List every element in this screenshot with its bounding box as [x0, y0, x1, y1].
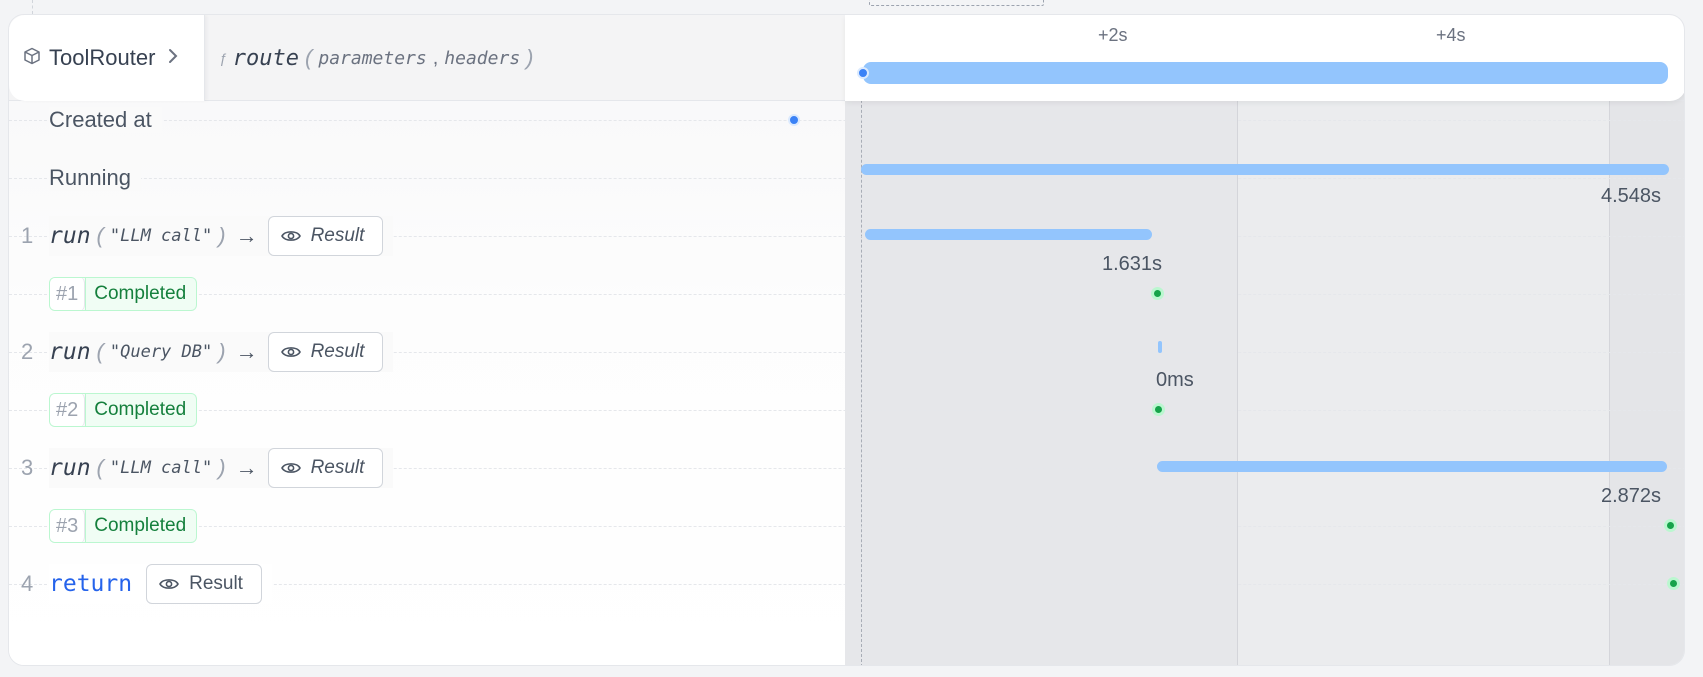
- start-dot: [857, 67, 869, 79]
- eye-icon: [280, 463, 301, 473]
- cursor-time-chip: [869, 0, 1044, 6]
- eye-icon: [280, 347, 301, 357]
- arrow-right-icon: →: [235, 455, 258, 480]
- row-step-3: 3 run ( "LLM call" ) → Result 2.872s: [9, 439, 1684, 507]
- complete-dot: [1152, 403, 1165, 416]
- return-keyword: return: [49, 571, 133, 597]
- breadcrumb-name: ToolRouter: [49, 45, 156, 70]
- call-expression: run ( "LLM call" ) → Result: [49, 448, 394, 488]
- header-left: ToolRouter ƒ route ( parameters , header…: [9, 15, 845, 101]
- call-arg: "Query DB": [109, 342, 213, 362]
- step-number: 3: [21, 455, 34, 480]
- call-expression: run ( "Query DB" ) → Result: [49, 332, 394, 372]
- created-dot: [788, 114, 800, 126]
- row-running: Running 4.548s: [9, 149, 1684, 207]
- result-button[interactable]: Result: [267, 332, 384, 372]
- call-arg: "LLM call": [109, 226, 213, 246]
- call-keyword: run: [49, 455, 91, 481]
- complete-dot: [1667, 577, 1680, 590]
- status-index: #3: [50, 510, 86, 542]
- result-button[interactable]: Result: [267, 448, 384, 488]
- row-step-2: 2 run ( "Query DB" ) → Result 0ms: [9, 323, 1684, 391]
- arrow-right-icon: →: [235, 223, 258, 248]
- function-icon: ƒ: [219, 50, 227, 66]
- function-signature: ƒ route ( parameters , headers ): [219, 45, 534, 71]
- step-number: 1: [21, 223, 34, 248]
- step-number: 4: [21, 571, 34, 596]
- row-step-4: 4 return Result: [9, 555, 1684, 613]
- call-expression: run ( "LLM call" ) → Result: [49, 216, 394, 256]
- step-number: 2: [21, 339, 34, 364]
- param: parameters: [318, 47, 427, 69]
- call-arg: "LLM call": [109, 458, 213, 478]
- tick-label-4s: +4s: [1436, 25, 1466, 45]
- step-3-bar[interactable]: [1157, 461, 1667, 472]
- chevron-right-icon: [167, 45, 179, 71]
- tick-label-2s: +2s: [1098, 25, 1128, 45]
- result-button[interactable]: Result: [146, 564, 262, 604]
- created-label: Created at: [49, 107, 162, 133]
- function-name: route: [232, 45, 300, 71]
- result-button[interactable]: Result: [267, 216, 384, 256]
- total-span-bar[interactable]: [863, 62, 1668, 84]
- eye-icon: [280, 231, 301, 241]
- status-badge: Completed: [85, 278, 198, 310]
- running-label: Running: [49, 165, 141, 191]
- left-guide-line: [32, 0, 33, 14]
- cube-icon: [23, 47, 41, 70]
- step-2-bar[interactable]: [1158, 341, 1162, 353]
- eye-icon: [159, 579, 180, 589]
- call-expression: return Result: [49, 564, 272, 604]
- call-keyword: run: [49, 223, 91, 249]
- running-bar[interactable]: [861, 164, 1669, 175]
- status-index: #1: [50, 278, 86, 310]
- call-keyword: run: [49, 339, 91, 365]
- status-index: #2: [50, 394, 86, 426]
- trace-card: ToolRouter ƒ route ( parameters , header…: [8, 14, 1685, 666]
- status-badge: Completed: [85, 510, 198, 542]
- breadcrumb[interactable]: ToolRouter: [9, 15, 205, 101]
- row-created: Created at: [9, 91, 1684, 149]
- param: headers: [444, 47, 521, 69]
- timeline-header: +2s +4s: [845, 15, 1684, 101]
- arrow-right-icon: →: [235, 339, 258, 364]
- complete-dot: [1151, 287, 1164, 300]
- row-status-3: #3 Completed: [9, 497, 1684, 555]
- running-duration: 4.548s: [1601, 185, 1662, 207]
- row-step-1: 1 run ( "LLM call" ) → Result 1.631s: [9, 207, 1684, 275]
- row-status-1: #1 Completed: [9, 265, 1684, 323]
- status-badge: Completed: [85, 394, 198, 426]
- header-row: ToolRouter ƒ route ( parameters , header…: [9, 15, 1684, 101]
- complete-dot: [1664, 519, 1677, 532]
- step-1-bar[interactable]: [865, 229, 1152, 240]
- row-status-2: #2 Completed: [9, 381, 1684, 439]
